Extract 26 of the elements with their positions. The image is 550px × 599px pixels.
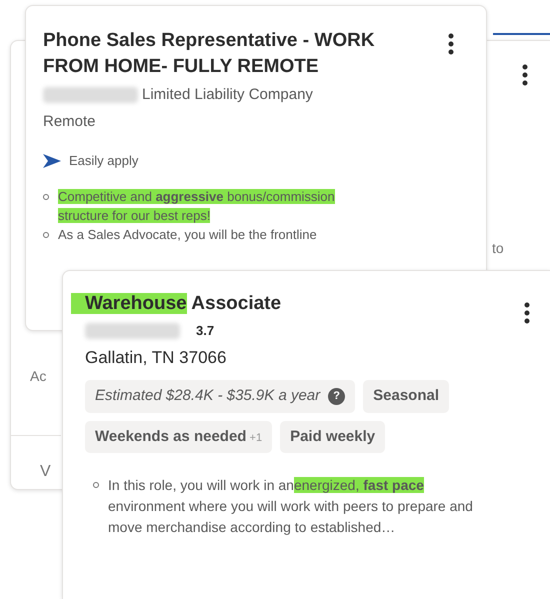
more-icon[interactable]: [522, 63, 528, 85]
job-tag: Paid weekly: [280, 420, 386, 453]
job-location: Gallatin, TN 37066: [84, 346, 228, 368]
more-icon[interactable]: [448, 32, 454, 54]
text-fragment: Ac: [30, 367, 46, 386]
text-fragment: V: [40, 462, 51, 482]
bullet-icon: [43, 194, 49, 200]
help-icon: ?: [328, 388, 346, 405]
salary-estimate: Estimated $28.4K - $35.9K a year ?: [85, 380, 356, 412]
bullet-icon: [43, 232, 49, 238]
bullet-text: As a Sales Advocate, you will be the frontline: [58, 226, 318, 244]
easily-apply-label: Easily apply: [69, 152, 138, 170]
text-fragment: to: [492, 239, 504, 258]
company-rating: 3.7: [196, 322, 214, 340]
bullet-icon: [93, 482, 99, 488]
company-name: Limited Liability Company: [142, 85, 313, 105]
bullet-text: In this role, you will work in anenergized, fast pace environment where you will work with peers to prepare and move merchandise according to established…: [108, 476, 473, 537]
tab-underline: [493, 33, 550, 35]
job-tag: Seasonal: [363, 380, 450, 412]
send-arrow-icon: [43, 154, 61, 168]
job-location: Remote: [43, 112, 97, 132]
job-title: Warehouse Associate: [71, 291, 534, 317]
job-title: Phone Sales Representative - WORK FROM HOME- FULLY REMOTE: [43, 29, 376, 79]
job-tag: Weekends as needed +1: [85, 420, 272, 453]
more-icon[interactable]: [524, 301, 530, 323]
bullet-text: Competitive and aggressive bonus/commission structure for our best reps!: [58, 188, 336, 224]
